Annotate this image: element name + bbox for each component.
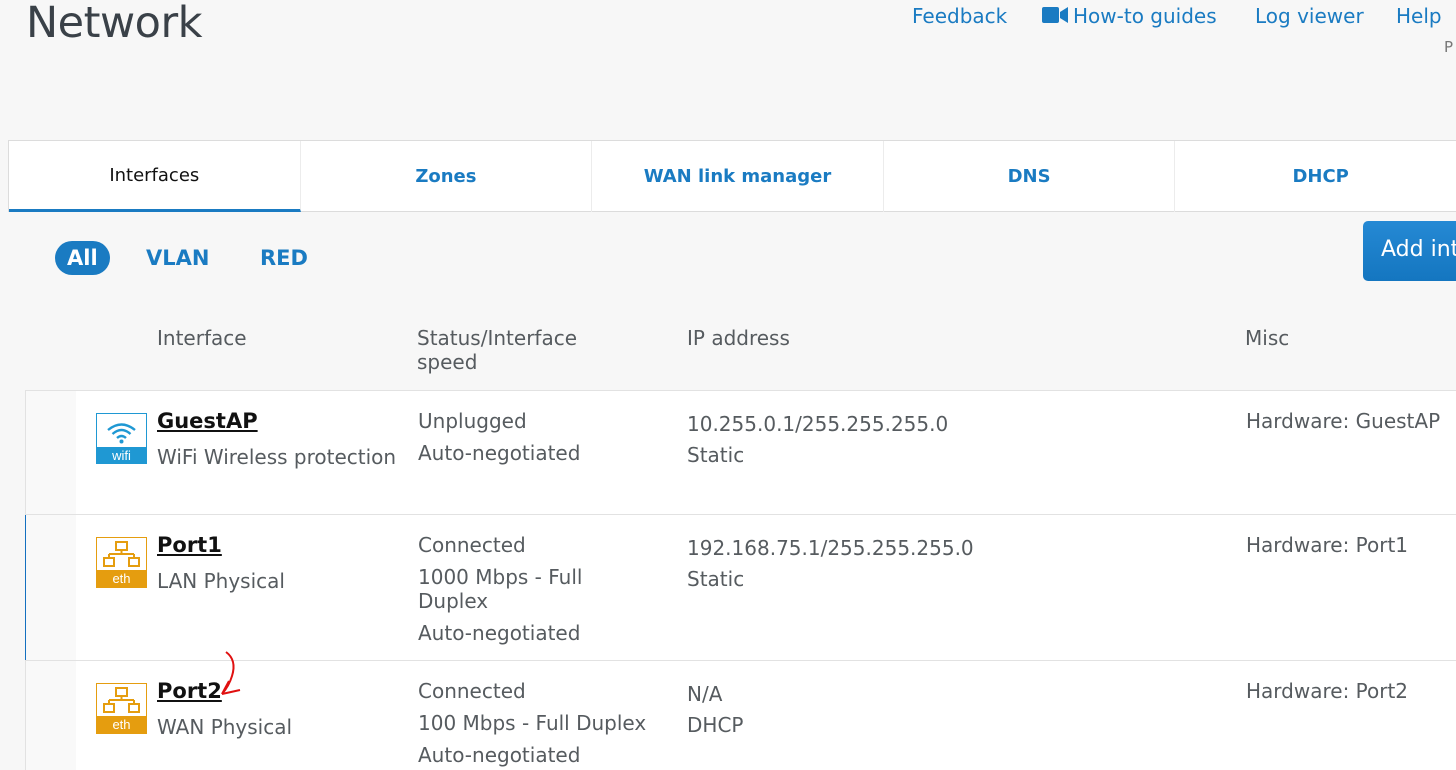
filter-vlan[interactable]: VLAN <box>146 241 209 275</box>
ethernet-icon: eth <box>96 683 147 734</box>
interface-ip: 192.168.75.1/255.255.255.0 Static <box>687 533 974 595</box>
column-header-misc[interactable]: Misc <box>1245 326 1289 350</box>
interface-details: LAN Physical <box>157 568 285 595</box>
ip-address: 10.255.0.1/255.255.255.0 <box>687 412 949 436</box>
interface-misc: Hardware: GuestAP <box>1246 409 1441 433</box>
interface-details: WAN Physical <box>157 714 292 741</box>
clipped-header-text: P <box>1444 38 1454 56</box>
help-link[interactable]: Help <box>1396 4 1442 28</box>
interface-status: Connected 100 Mbps - Full Duplex Auto-ne… <box>418 679 646 767</box>
top-links: Feedback How-to guides Log viewer Help <box>0 4 1456 34</box>
negotiation-text: Auto-negotiated <box>418 743 581 767</box>
interface-kind: Wireless protection <box>203 445 397 469</box>
ethernet-icon: eth <box>96 537 147 588</box>
status-text: Unplugged <box>418 409 527 433</box>
network-page: Network Feedback How-to guides Log viewe… <box>0 0 1456 770</box>
ip-mode: DHCP <box>687 713 744 737</box>
filter-red[interactable]: RED <box>260 241 308 275</box>
interface-type: WAN <box>157 715 205 739</box>
speed-text: 1000 Mbps - Full Duplex <box>418 565 583 613</box>
status-text: Connected <box>418 679 526 703</box>
interface-name-link[interactable]: GuestAP <box>157 409 258 433</box>
row-gutter <box>26 391 76 514</box>
annotation-arrow-icon <box>221 651 241 695</box>
ip-mode: Static <box>687 443 745 467</box>
interface-kind: Physical <box>210 715 293 739</box>
interface-misc: Hardware: Port2 <box>1246 679 1409 703</box>
ip-mode: Static <box>687 567 745 591</box>
network-tabs: Interfaces Zones WAN link manager DNS DH… <box>8 140 1456 212</box>
interface-details: WiFi Wireless protection <box>157 444 396 471</box>
column-header-ip[interactable]: IP address <box>687 326 790 350</box>
speed-text: 100 Mbps - Full Duplex <box>418 711 647 735</box>
speed-text: Auto-negotiated <box>418 441 581 465</box>
table-row[interactable]: wifi GuestAP WiFi Wireless protection Un… <box>25 390 1456 515</box>
interface-ip: 10.255.0.1/255.255.255.0 Static <box>687 409 948 471</box>
svg-text:eth: eth <box>112 717 130 732</box>
svg-text:wifi: wifi <box>111 448 131 463</box>
interface-kind: Physical <box>203 569 285 593</box>
status-text: Connected <box>418 533 526 557</box>
interface-type: LAN <box>157 569 198 593</box>
add-interface-button[interactable]: Add int <box>1363 221 1456 281</box>
tab-dns[interactable]: DNS <box>884 141 1176 212</box>
negotiation-text: Auto-negotiated <box>418 621 581 645</box>
ip-address: 192.168.75.1/255.255.255.0 <box>687 536 974 560</box>
wifi-icon: wifi <box>96 413 147 464</box>
tab-interfaces[interactable]: Interfaces <box>9 141 301 212</box>
column-header-interface[interactable]: Interface <box>157 326 247 350</box>
interface-misc: Hardware: Port1 <box>1246 533 1409 557</box>
how-to-guides-label: How-to guides <box>1073 4 1217 28</box>
interface-type: WiFi <box>157 445 198 469</box>
interface-status: Unplugged Auto-negotiated <box>418 409 580 465</box>
log-viewer-link[interactable]: Log viewer <box>1255 4 1364 28</box>
tab-wan-link-manager[interactable]: WAN link manager <box>592 141 884 212</box>
interfaces-table: wifi GuestAP WiFi Wireless protection Un… <box>25 390 1456 770</box>
interface-name-link[interactable]: Port1 <box>157 533 222 557</box>
column-header-status[interactable]: Status/Interface speed <box>417 326 617 374</box>
ip-address: N/A <box>687 682 723 706</box>
filter-all[interactable]: All <box>55 241 110 275</box>
video-camera-icon <box>1042 7 1068 23</box>
interface-ip: N/A DHCP <box>687 679 743 741</box>
tab-dhcp[interactable]: DHCP <box>1175 141 1456 212</box>
row-gutter <box>26 515 76 660</box>
feedback-link[interactable]: Feedback <box>912 4 1007 28</box>
row-gutter <box>26 661 76 770</box>
tab-zones[interactable]: Zones <box>301 141 593 212</box>
svg-text:eth: eth <box>112 571 130 586</box>
interface-status: Connected 1000 Mbps - Full Duplex Auto-n… <box>418 533 628 645</box>
how-to-guides-link[interactable]: How-to guides <box>1042 4 1217 28</box>
table-row[interactable]: eth Port1 LAN Physical Connected 1000 Mb… <box>25 515 1456 661</box>
